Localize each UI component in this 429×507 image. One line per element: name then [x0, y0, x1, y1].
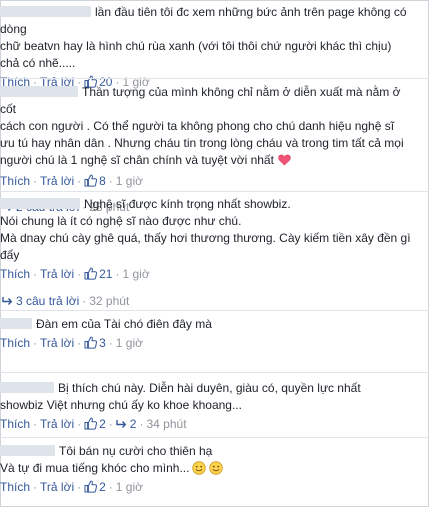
- divider: [0, 191, 429, 192]
- separator: ·: [33, 336, 38, 350]
- comment-actions: Thích · Trả lời · 21 · 1 giờ: [0, 266, 429, 282]
- comment-text-line: chả có nhẽ.....: [0, 56, 76, 70]
- separator: ·: [77, 174, 82, 188]
- comment-text-line: chữ beatvn hay là hình chú rùa xanh (với…: [0, 39, 392, 53]
- comment-body: Tôi bán nụ cười cho thiên hạ Và tự đi mu…: [0, 443, 429, 477]
- like-button[interactable]: Thích: [0, 336, 30, 350]
- comment-body: Thần tượng của mình không chỉ nằm ở diễn…: [0, 84, 429, 169]
- reply-button[interactable]: Trả lời: [40, 336, 74, 350]
- like-count: 2: [99, 417, 106, 431]
- heart-emoji-icon: [278, 154, 291, 166]
- divider: [0, 372, 429, 373]
- comment-text-line: Nghệ sĩ được kính trọng nhất showbiz.: [84, 197, 291, 211]
- commenter-name[interactable]: [0, 86, 78, 97]
- like-count: 2: [99, 480, 106, 494]
- reply-button[interactable]: Trả lời: [40, 174, 74, 188]
- separator: ·: [108, 336, 113, 350]
- separator: ·: [77, 336, 82, 350]
- like-button[interactable]: Thích: [0, 417, 30, 431]
- divider: [0, 310, 429, 311]
- separator: ·: [33, 480, 38, 494]
- comment-3: Nghệ sĩ được kính trọng nhất showbiz. Nó…: [0, 196, 429, 309]
- comment-4: Đàn em của Tài chó điên đây mà Thích · Trả…: [0, 316, 429, 351]
- divider: [0, 437, 429, 438]
- like-count: 21: [99, 267, 113, 281]
- comment-text-line: ưu tú hay nhân dân . Nhưng cháu tin tron…: [0, 136, 404, 150]
- comment-body: Nghệ sĩ được kính trọng nhất showbiz. Nó…: [0, 196, 429, 264]
- timestamp[interactable]: 1 giờ: [116, 336, 143, 350]
- reply-arrow-icon: [2, 297, 13, 305]
- separator: ·: [82, 294, 87, 308]
- like-count-link[interactable]: 2: [84, 417, 106, 431]
- comment-body: Bị thích chú này. Diễn hài duyên, giàu c…: [0, 380, 429, 414]
- commenter-name[interactable]: [0, 445, 55, 456]
- comment-text-line: đấy: [0, 248, 20, 262]
- comment-actions: Thích · Trả lời · 3 · 1 giờ: [0, 335, 429, 351]
- reply-button[interactable]: Trả lời: [40, 480, 74, 494]
- separator: ·: [115, 267, 120, 281]
- comment-actions: Thích · Trả lời · 2 · 1 giờ: [0, 479, 429, 495]
- thumbs-up-icon: [84, 267, 98, 280]
- comment-5: Bị thích chú này. Diễn hài duyên, giàu c…: [0, 380, 429, 432]
- thumbs-up-icon: [84, 417, 98, 430]
- thumbs-up-icon: [84, 480, 98, 493]
- separator: ·: [108, 480, 113, 494]
- separator: ·: [77, 417, 82, 431]
- comment-text-line: Bị thích chú này. Diễn hài duyên, giàu c…: [58, 381, 361, 395]
- like-count: 3: [99, 336, 106, 350]
- commenter-name[interactable]: [0, 198, 80, 209]
- smile-emoji-icon: [192, 461, 207, 475]
- thumbs-up-icon: [84, 174, 98, 187]
- comment-text-line: showbiz Việt nhưng chú ấy ko khoe khoang…: [0, 398, 242, 412]
- reply-arrow-icon: [116, 420, 127, 428]
- like-count-link[interactable]: 21: [84, 267, 112, 281]
- separator: ·: [33, 417, 38, 431]
- separator: ·: [77, 267, 82, 281]
- reply-button[interactable]: Trả lời: [40, 417, 74, 431]
- like-count: 8: [99, 174, 106, 188]
- divider: [0, 78, 429, 79]
- separator: ·: [108, 417, 113, 431]
- timestamp[interactable]: 1 giờ: [122, 267, 149, 281]
- comment-text-line: Nói chung là ít có nghệ sĩ nào được như …: [0, 214, 242, 228]
- replies-timestamp: 32 phút: [89, 294, 130, 308]
- separator: ·: [33, 267, 38, 281]
- comment-text-line: Đàn em của Tài chó điên đây mà: [36, 317, 212, 331]
- separator: ·: [33, 174, 38, 188]
- separator: ·: [108, 174, 113, 188]
- comment-6: Tôi bán nụ cười cho thiên hạ Và tự đi mu…: [0, 443, 429, 495]
- comment-text-line: Mà dnay chú cày ghê quá, thấy hơi thương…: [0, 231, 411, 245]
- comment-actions: Thích · Trả lời · 8 · 1 giờ: [0, 173, 429, 189]
- timestamp[interactable]: 1 giờ: [116, 480, 143, 494]
- view-replies-link[interactable]: 3 câu trả lời: [16, 294, 79, 308]
- comment-text-line: người chú là 1 nghệ sĩ chân chính và tuy…: [0, 153, 274, 167]
- thumbs-up-icon: [84, 336, 98, 349]
- reply-count-link[interactable]: 2: [116, 417, 136, 431]
- like-count-link[interactable]: 2: [84, 480, 106, 494]
- reply-button[interactable]: Trả lời: [40, 267, 74, 281]
- commenter-name[interactable]: [0, 382, 54, 393]
- like-count-link[interactable]: 8: [84, 174, 106, 188]
- comment-actions: Thích · Trả lời · 2 · 2 · 34 phút: [0, 416, 429, 432]
- like-button[interactable]: Thích: [0, 174, 30, 188]
- smile-emoji-icon: [209, 461, 224, 475]
- like-button[interactable]: Thích: [0, 480, 30, 494]
- comment-body: lần đầu tiên tôi đc xem những bức ảnh tr…: [0, 4, 429, 72]
- like-count-link[interactable]: 3: [84, 336, 106, 350]
- comment-text-line: cách con người . Có thể người ta không p…: [0, 119, 395, 133]
- comment-text-line: Tôi bán nụ cười cho thiên hạ: [59, 444, 213, 458]
- timestamp[interactable]: 1 giờ: [116, 174, 143, 188]
- comment-text-line: Và tự đi mua tiếng khóc cho mình...: [0, 461, 190, 475]
- like-button[interactable]: Thích: [0, 267, 30, 281]
- comment-body: Đàn em của Tài chó điên đây mà: [0, 316, 429, 333]
- commenter-name[interactable]: [0, 318, 32, 329]
- timestamp[interactable]: 34 phút: [146, 417, 186, 431]
- separator: ·: [77, 480, 82, 494]
- separator: ·: [139, 417, 144, 431]
- commenter-name[interactable]: [0, 6, 91, 17]
- replies-row: 3 câu trả lời · 32 phút: [0, 293, 429, 309]
